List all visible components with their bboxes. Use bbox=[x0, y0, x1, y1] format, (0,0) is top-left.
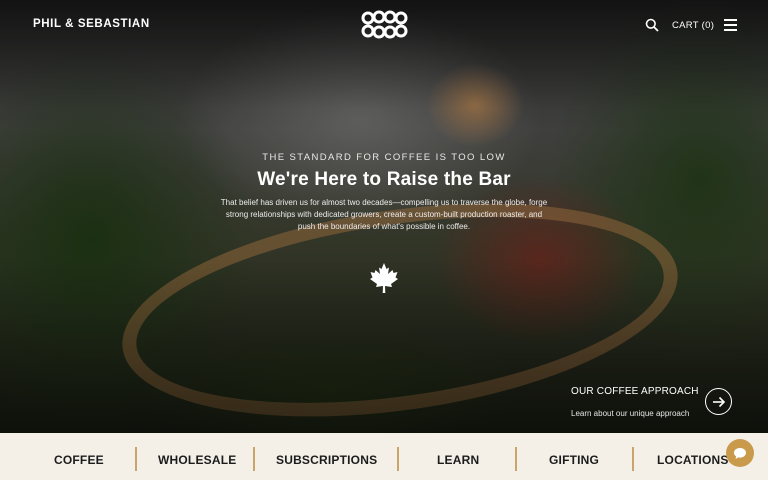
coffee-approach-subtitle: Learn about our unique approach bbox=[571, 409, 690, 418]
nav-coffee[interactable]: COFFEE bbox=[54, 453, 104, 467]
site-header: PHIL & SEBASTIAN CART (0) bbox=[0, 0, 768, 52]
nav-divider bbox=[515, 447, 517, 471]
nav-wholesale[interactable]: WHOLESALE bbox=[158, 453, 236, 467]
nav-subscriptions[interactable]: SUBSCRIPTIONS bbox=[276, 453, 377, 467]
nav-divider bbox=[135, 447, 137, 471]
search-icon[interactable] bbox=[645, 18, 659, 32]
maple-leaf-icon bbox=[370, 263, 398, 293]
arrow-right-icon bbox=[712, 396, 725, 407]
coffee-approach-title[interactable]: OUR COFFEE APPROACH bbox=[571, 386, 699, 397]
chat-bubble-icon bbox=[734, 447, 746, 459]
brand-wordmark[interactable]: PHIL & SEBASTIAN bbox=[33, 18, 150, 30]
nav-divider bbox=[253, 447, 255, 471]
nav-divider bbox=[397, 447, 399, 471]
menu-icon[interactable] bbox=[724, 19, 737, 31]
nav-locations[interactable]: LOCATIONS bbox=[657, 453, 729, 467]
bottom-category-nav: COFFEE WHOLESALE SUBSCRIPTIONS LEARN GIF… bbox=[0, 433, 768, 480]
hero-content: THE STANDARD FOR COFFEE IS TOO LOW We're… bbox=[0, 152, 768, 233]
nav-divider bbox=[632, 447, 634, 471]
hero-eyebrow: THE STANDARD FOR COFFEE IS TOO LOW bbox=[262, 152, 506, 163]
coffee-approach-button[interactable] bbox=[705, 388, 732, 415]
cart-link[interactable]: CART (0) bbox=[672, 20, 714, 31]
nav-learn[interactable]: LEARN bbox=[437, 453, 479, 467]
chat-button[interactable] bbox=[726, 439, 754, 467]
nav-gifting[interactable]: GIFTING bbox=[549, 453, 599, 467]
hero-subtext: That belief has driven us for almost two… bbox=[220, 198, 548, 231]
logo-icon[interactable] bbox=[359, 10, 409, 40]
hero-headline: We're Here to Raise the Bar bbox=[257, 169, 511, 190]
